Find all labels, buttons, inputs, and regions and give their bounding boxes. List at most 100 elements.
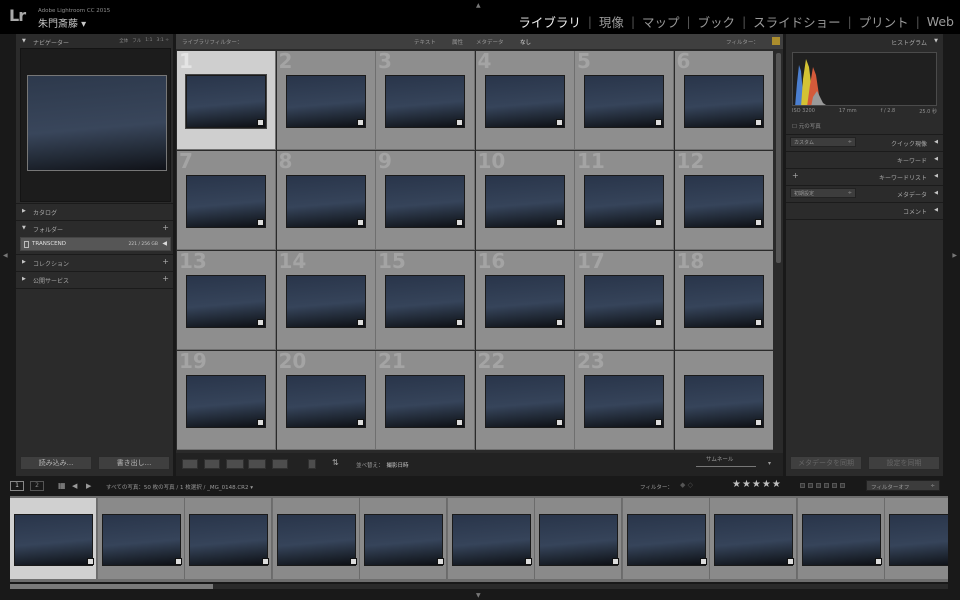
grid-cell[interactable]: 3 bbox=[376, 51, 475, 150]
add-keyword-icon[interactable]: + bbox=[792, 171, 799, 180]
photo-thumbnail[interactable] bbox=[484, 75, 565, 128]
photo-thumbnail[interactable] bbox=[285, 375, 366, 428]
identity-plate[interactable]: 朱門斎藤 ▾ bbox=[38, 15, 86, 30]
grid-cell[interactable]: 16 bbox=[475, 249, 575, 350]
filter-off-select[interactable]: フィルターオフ ÷ bbox=[866, 480, 940, 491]
photo-thumbnail[interactable] bbox=[584, 75, 664, 128]
edit-badge-icon[interactable] bbox=[754, 219, 762, 226]
photo-thumbnail[interactable] bbox=[185, 74, 267, 129]
grid-cell[interactable]: 5 bbox=[575, 51, 674, 150]
photo-thumbnail[interactable] bbox=[385, 375, 465, 428]
edit-badge-icon[interactable] bbox=[456, 419, 463, 426]
edit-badge-icon[interactable] bbox=[257, 319, 264, 326]
filter-preset-label[interactable]: フィルター： bbox=[726, 38, 759, 46]
color-label-purple[interactable] bbox=[832, 483, 837, 488]
module-tab[interactable]: 現像 bbox=[599, 12, 624, 31]
photo-thumbnail[interactable] bbox=[683, 275, 764, 328]
grid-cell[interactable]: 10 bbox=[475, 149, 575, 250]
add-publish-service-icon[interactable]: + bbox=[162, 274, 169, 283]
right-panel-toggle-icon[interactable]: ▶ bbox=[952, 252, 957, 259]
filmstrip-thumbnail[interactable] bbox=[889, 514, 948, 566]
folder-volume-item[interactable]: TRANSCEND 221 / 256 GB ◀ bbox=[20, 237, 171, 251]
grid-view-icon[interactable]: ▦ bbox=[58, 481, 66, 490]
thumbnail-size-slider[interactable] bbox=[696, 466, 756, 467]
photo-thumbnail[interactable] bbox=[186, 375, 266, 428]
left-panel-toggle-icon[interactable]: ◀ bbox=[3, 252, 8, 259]
histogram-chart[interactable] bbox=[792, 52, 937, 106]
grid-cell[interactable]: 2 bbox=[276, 51, 376, 150]
loupe-view-icon[interactable] bbox=[204, 459, 220, 469]
filmstrip-cell[interactable] bbox=[622, 498, 710, 579]
sort-direction-icon[interactable]: ⇅ bbox=[332, 458, 348, 468]
filmstrip-cell[interactable] bbox=[10, 498, 97, 579]
zoom-custom[interactable]: 3:1 ÷ bbox=[157, 38, 169, 44]
grid-cell[interactable]: 13 bbox=[177, 249, 276, 350]
rating-filter-stars[interactable]: ★★★★★ bbox=[732, 479, 782, 490]
people-view-icon[interactable] bbox=[272, 459, 288, 469]
filmstrip-thumbnail[interactable] bbox=[364, 514, 443, 566]
photo-thumbnail[interactable] bbox=[584, 375, 664, 428]
back-arrow-icon[interactable]: ◀ bbox=[72, 482, 77, 490]
filmstrip-thumbnail[interactable] bbox=[189, 514, 268, 566]
filmstrip-cell[interactable] bbox=[535, 498, 622, 579]
sync-metadata-button[interactable]: メタデータを同期 bbox=[790, 456, 862, 470]
primary-window-button[interactable]: 1 bbox=[10, 481, 24, 491]
filmstrip-cell[interactable] bbox=[97, 498, 185, 579]
flag-filter-icon[interactable]: ◆ ◇ bbox=[680, 481, 693, 489]
secondary-window-button[interactable]: 2 bbox=[30, 481, 44, 491]
collapse-triangle-icon[interactable]: ◀ bbox=[162, 240, 167, 247]
zoom-fit[interactable]: 全体 bbox=[119, 38, 128, 44]
photo-thumbnail[interactable] bbox=[484, 175, 565, 228]
filmstrip-thumbnail[interactable] bbox=[801, 514, 881, 566]
painter-icon[interactable] bbox=[308, 459, 316, 469]
edit-badge-icon[interactable] bbox=[555, 319, 563, 326]
grid-view-icon[interactable] bbox=[182, 459, 198, 469]
grid-cell[interactable] bbox=[674, 351, 773, 450]
photo-thumbnail[interactable] bbox=[385, 75, 465, 128]
add-collection-icon[interactable]: + bbox=[162, 257, 169, 266]
filmstrip-cell[interactable] bbox=[797, 498, 885, 579]
module-tab[interactable]: ライブラリ bbox=[518, 12, 581, 31]
edit-badge-icon[interactable] bbox=[655, 319, 662, 326]
navigator-image[interactable] bbox=[27, 75, 167, 171]
import-button[interactable]: 読み込み... bbox=[20, 456, 92, 470]
filter-none-tab[interactable]: なし bbox=[520, 38, 531, 46]
grid-cell[interactable]: 23 bbox=[575, 349, 674, 450]
zoom-1-1[interactable]: 1:1 bbox=[145, 38, 152, 44]
filter-lock-icon[interactable] bbox=[772, 37, 780, 45]
filmstrip-thumbnail[interactable] bbox=[14, 514, 93, 566]
module-tab[interactable]: マップ bbox=[642, 12, 680, 31]
edit-badge-icon[interactable] bbox=[655, 119, 662, 126]
filter-text-tab[interactable]: テキスト bbox=[414, 38, 436, 46]
grid-cell[interactable]: 17 bbox=[575, 249, 674, 350]
photo-thumbnail[interactable] bbox=[385, 275, 465, 328]
keyword-list-header[interactable]: + キーワードリスト ◀ bbox=[786, 169, 943, 184]
filmstrip-thumbnail[interactable] bbox=[276, 514, 356, 566]
metadata-preset-select[interactable]: 初期設定 ÷ bbox=[790, 188, 856, 198]
forward-arrow-icon[interactable]: ▶ bbox=[86, 482, 91, 490]
filmstrip-cell[interactable] bbox=[272, 498, 360, 579]
filmstrip-cell[interactable] bbox=[710, 498, 797, 579]
filter-metadata-tab[interactable]: メタデータ bbox=[476, 38, 504, 46]
module-tab[interactable]: プリント bbox=[859, 12, 909, 31]
filmstrip-cell[interactable] bbox=[360, 498, 447, 579]
zoom-fill[interactable]: フル bbox=[132, 38, 141, 44]
sort-value[interactable]: 撮影日時 bbox=[387, 463, 409, 469]
grid-scrollbar[interactable] bbox=[776, 53, 781, 263]
photo-thumbnail[interactable] bbox=[484, 375, 565, 428]
photo-thumbnail[interactable] bbox=[186, 175, 266, 228]
photo-thumbnail[interactable] bbox=[285, 75, 366, 128]
edit-badge-icon[interactable] bbox=[754, 319, 762, 326]
toolbar-menu-icon[interactable]: ▾ bbox=[768, 460, 771, 467]
collections-header[interactable]: ▶ コレクション + bbox=[16, 255, 173, 270]
photo-thumbnail[interactable] bbox=[285, 275, 366, 328]
edit-badge-icon[interactable] bbox=[655, 419, 662, 426]
module-tab[interactable]: ブック bbox=[698, 12, 736, 31]
photo-thumbnail[interactable] bbox=[285, 175, 366, 228]
edit-badge-icon[interactable] bbox=[257, 119, 264, 126]
grid-cell[interactable]: 15 bbox=[376, 249, 475, 350]
edit-badge-icon[interactable] bbox=[356, 319, 364, 326]
color-label-gray[interactable] bbox=[840, 483, 845, 488]
filmstrip-cell[interactable] bbox=[447, 498, 535, 579]
panel-toggle-top-icon[interactable]: ▲ bbox=[476, 2, 481, 9]
